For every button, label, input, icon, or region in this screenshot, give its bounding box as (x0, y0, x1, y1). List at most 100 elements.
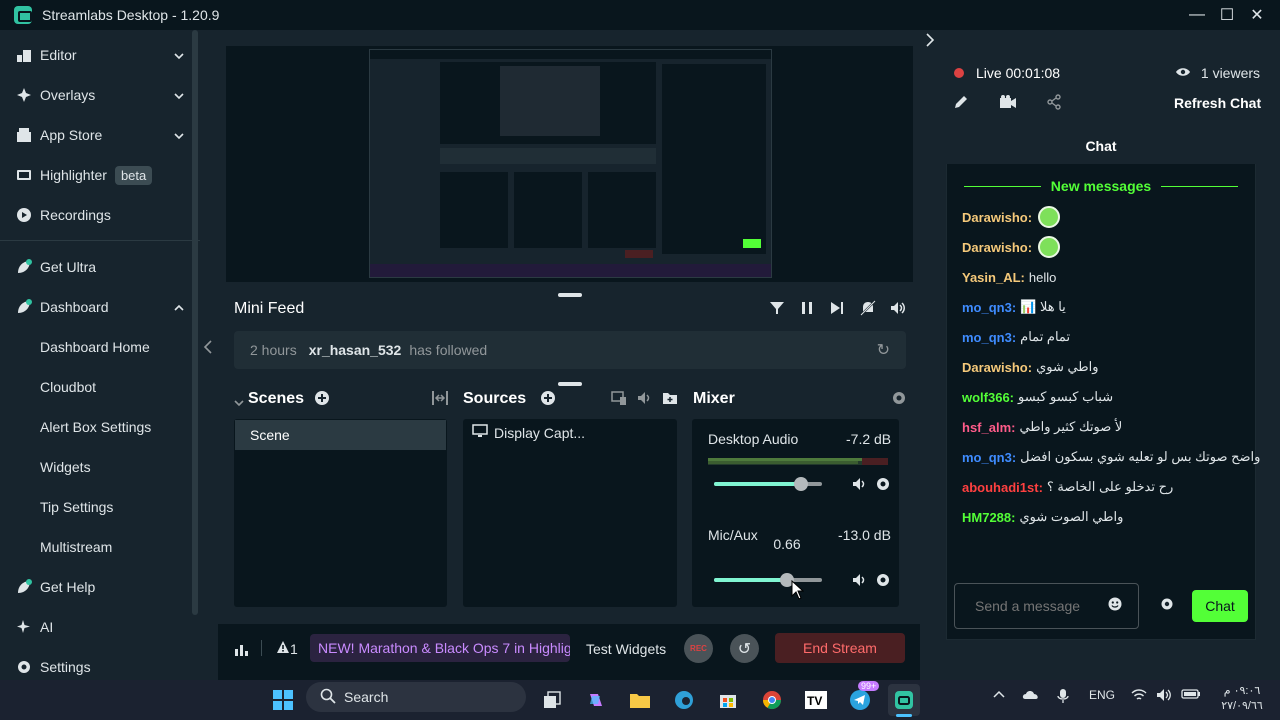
chat-nick[interactable]: Yasin_AL: (962, 270, 1025, 285)
sidebar-item-ai[interactable]: AI (0, 607, 200, 647)
share-icon[interactable] (1046, 94, 1062, 115)
desktop-audio-volume-slider[interactable] (714, 477, 822, 491)
scene-item[interactable]: Scene (235, 420, 446, 450)
mic-volume-slider[interactable] (714, 573, 822, 587)
chat-nick[interactable]: Darawisho: (962, 360, 1032, 375)
speaker-tray-icon[interactable] (1156, 688, 1174, 705)
maximize-button[interactable]: ☐ (1210, 0, 1244, 30)
sidebar-item-recordings[interactable]: Recordings (0, 195, 200, 235)
chat-message: wolf366: شباب كبسو كبسو (962, 386, 1113, 408)
sidebar-scrollbar[interactable] (192, 30, 198, 615)
chevron-left-icon[interactable] (203, 340, 213, 359)
chat-nick[interactable]: abouhadi1st: (962, 480, 1043, 495)
gear-icon[interactable] (875, 476, 891, 495)
pause-icon[interactable] (800, 300, 814, 320)
edge-icon[interactable] (668, 684, 700, 716)
sidebar-item-editor[interactable]: Editor (0, 35, 200, 75)
feed-event-user[interactable]: xr_hasan_532 (309, 342, 402, 358)
performance-stats-icon[interactable] (234, 641, 250, 661)
chevron-up-icon[interactable] (993, 688, 1005, 702)
task-view-icon[interactable] (536, 684, 568, 716)
transition-icon[interactable] (431, 390, 449, 410)
sidebar-item-dashboard-home[interactable]: Dashboard Home (0, 327, 200, 367)
chat-nick[interactable]: mo_qn3: (962, 450, 1016, 465)
volume-icon[interactable] (889, 300, 907, 320)
speaker-icon[interactable] (851, 476, 867, 495)
sidebar-item-tip-settings[interactable]: Tip Settings (0, 487, 200, 527)
live-label: Live (976, 65, 1002, 81)
sidebar-item-cloudbot[interactable]: Cloudbot (0, 367, 200, 407)
minimize-button[interactable]: — (1180, 0, 1214, 30)
recordings-icon (14, 205, 34, 225)
battery-icon[interactable] (1181, 688, 1201, 703)
close-button[interactable]: ✕ (1240, 0, 1274, 30)
edit-stream-info-icon[interactable] (953, 94, 969, 115)
speaker-icon[interactable] (851, 572, 867, 591)
file-explorer-icon[interactable] (624, 684, 656, 716)
streamlabs-taskbar-icon[interactable] (888, 684, 920, 716)
alerts-indicator[interactable]: 1 (276, 640, 298, 657)
chevron-down-icon[interactable] (234, 394, 244, 411)
add-source-icon[interactable] (540, 390, 556, 410)
resize-handle[interactable] (558, 293, 582, 297)
record-button[interactable]: REC (684, 634, 713, 663)
camera-icon[interactable] (999, 94, 1017, 115)
sidebar-item-widgets[interactable]: Widgets (0, 447, 200, 487)
mute-alerts-icon[interactable] (859, 300, 877, 320)
sidebar-item-alert-box-settings[interactable]: Alert Box Settings (0, 407, 200, 447)
chrome-icon[interactable] (756, 684, 788, 716)
chat-nick[interactable]: Darawisho: (962, 240, 1032, 255)
wifi-icon[interactable] (1131, 688, 1147, 705)
tradingview-icon[interactable]: TV (800, 684, 832, 716)
sidebar-item-settings[interactable]: Settings (0, 647, 200, 680)
sidebar-item-get-ultra[interactable]: Get Ultra (0, 247, 200, 287)
taskbar-search[interactable]: Search (306, 682, 526, 712)
ms-store-icon[interactable] (712, 684, 744, 716)
microphone-icon[interactable] (1057, 688, 1069, 707)
mini-feed-title: Mini Feed (234, 300, 305, 317)
sidebar-item-highlighter[interactable]: Highlighter beta (0, 155, 200, 195)
sidebar-item-overlays[interactable]: Overlays (0, 75, 200, 115)
sidebar-item-dashboard[interactable]: Dashboard (0, 287, 200, 327)
editor-icon (14, 45, 34, 65)
chat-nick[interactable]: mo_qn3: (962, 330, 1016, 345)
mixer-settings-icon[interactable] (891, 390, 907, 410)
news-banner[interactable]: NEW! Marathon & Black Ops 7 in Highlight… (310, 634, 570, 662)
sidebar-item-app-store[interactable]: App Store (0, 115, 200, 155)
test-widgets-button[interactable]: Test Widgets (586, 641, 666, 657)
source-item[interactable]: Display Capt... (472, 424, 585, 441)
chat-nick[interactable]: mo_qn3: (962, 300, 1016, 315)
filter-icon[interactable] (769, 300, 785, 320)
chat-nick[interactable]: HM7288: (962, 510, 1015, 525)
chat-text: شباب كبسو كبسو (1018, 389, 1114, 404)
taskbar-clock[interactable]: ٠٩:٠٦ م ٢٧/٠٩/٦٦ (1212, 684, 1272, 714)
slider-knob[interactable] (794, 477, 808, 491)
refresh-chat-button[interactable]: Refresh Chat (1174, 95, 1261, 111)
chat-nick[interactable]: Darawisho: (962, 210, 1032, 225)
chat-nick[interactable]: hsf_alm: (962, 420, 1015, 435)
resize-handle[interactable] (558, 382, 582, 386)
sidebar-item-multistream[interactable]: Multistream (0, 527, 200, 567)
language-indicator[interactable]: ENG (1089, 688, 1115, 702)
chevron-right-icon[interactable] (925, 31, 935, 52)
copilot-icon[interactable] (580, 684, 612, 716)
skip-icon[interactable] (829, 300, 845, 320)
end-stream-button[interactable]: End Stream (775, 633, 905, 663)
source-preview-icon[interactable] (611, 390, 627, 410)
chat-settings-icon[interactable] (1160, 597, 1174, 615)
replay-buffer-button[interactable]: ↺ (730, 634, 759, 663)
onedrive-icon[interactable] (1022, 688, 1040, 703)
windows-start-icon[interactable] (267, 684, 299, 716)
store-icon (14, 125, 34, 145)
add-folder-icon[interactable] (662, 390, 678, 410)
gear-icon[interactable] (875, 572, 891, 591)
alert-count: 1 (290, 640, 298, 657)
emoji-picker-icon[interactable] (1108, 597, 1122, 615)
send-chat-button[interactable]: Chat (1192, 590, 1248, 622)
repeat-alert-icon[interactable]: ↻ (877, 340, 890, 360)
sidebar-item-get-help[interactable]: Get Help (0, 567, 200, 607)
audio-meter (708, 458, 888, 465)
audio-source-icon[interactable] (636, 390, 654, 410)
add-scene-icon[interactable] (314, 390, 330, 410)
chat-nick[interactable]: wolf366: (962, 390, 1014, 405)
